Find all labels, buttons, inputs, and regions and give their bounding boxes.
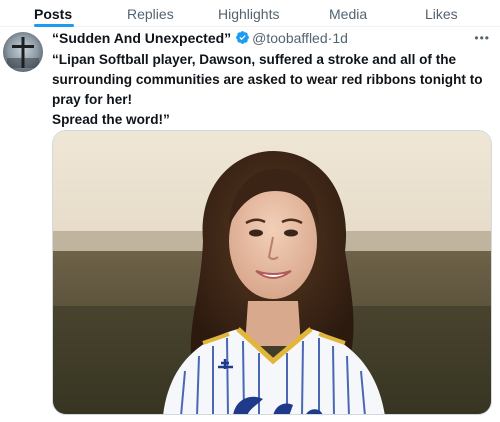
post-text-paragraph-1: “Lipan Softball player, Dawson, suffered… [52,52,483,107]
cross-avatar-icon [3,32,43,72]
avatar[interactable] [3,32,43,72]
tab-replies[interactable]: Replies [127,4,174,27]
tab-media[interactable]: Media [329,4,367,27]
user-handle[interactable]: @toobaffled [252,30,327,46]
display-name[interactable]: “Sudden And Unexpected” [52,30,231,46]
profile-tab-bar: Posts Replies Highlights Media Likes [0,0,500,27]
post-text: “Lipan Softball player, Dawson, suffered… [52,50,492,130]
post-photo[interactable] [52,130,492,415]
post-text-paragraph-2: Spread the word!” [52,112,170,127]
tab-likes[interactable]: Likes [425,4,458,27]
verified-badge-icon [236,31,250,44]
post-timestamp[interactable]: 1d [332,30,348,46]
more-options-icon[interactable]: ••• [474,31,490,45]
post-header: “Sudden And Unexpected” @toobaffled·1d [52,28,492,48]
photo-portrait-softball-player [53,131,491,414]
active-tab-indicator [34,24,74,27]
tab-highlights[interactable]: Highlights [218,4,279,27]
profile-posts-view: Posts Replies Highlights Media Likes “Su… [0,0,500,422]
